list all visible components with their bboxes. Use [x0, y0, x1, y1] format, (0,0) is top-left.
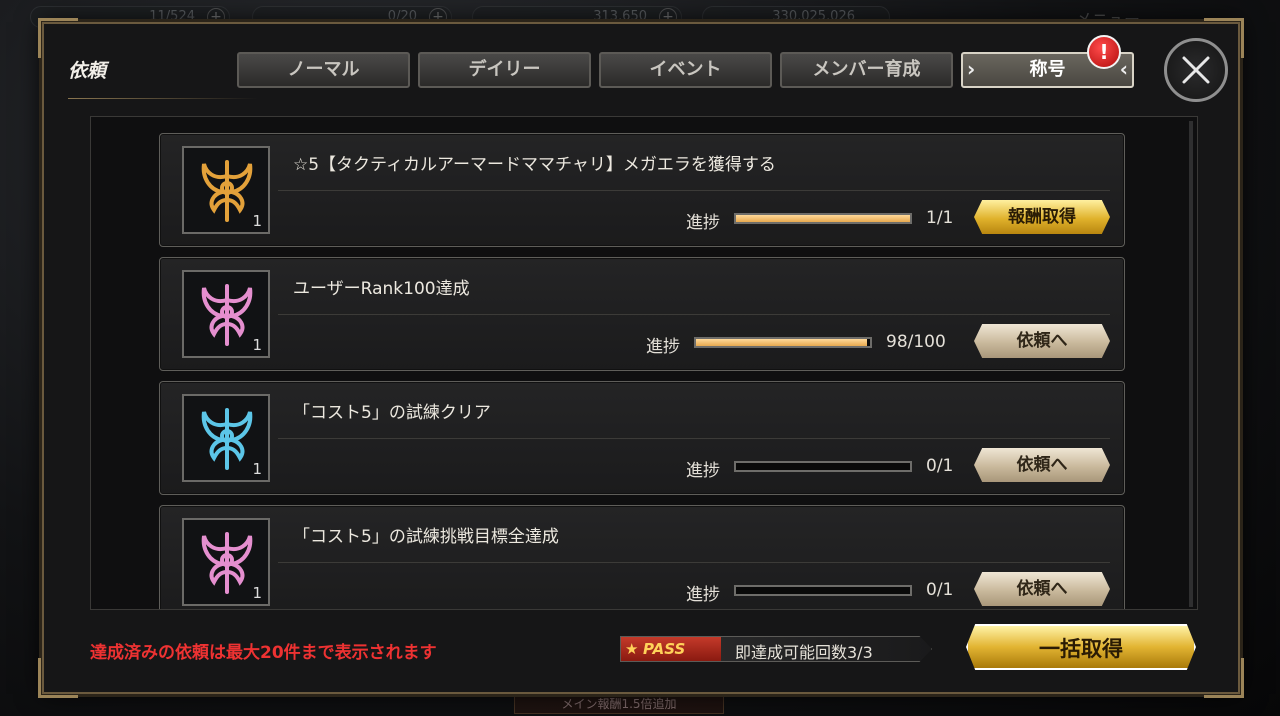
progress-label: 進捗 — [646, 337, 680, 357]
quest-card: 1 「コスト5」の試練挑戦目標全達成 進捗 0/1 依頼へ — [159, 505, 1125, 609]
divider — [278, 314, 1110, 315]
go-to-quest-button[interactable]: 依頼へ — [974, 572, 1110, 606]
progress-value: 98/100 — [886, 332, 946, 352]
scrollbar[interactable] — [1189, 121, 1193, 607]
limit-note: 達成済みの依頼は最大20件まで表示されます — [90, 643, 437, 663]
dialog-title: 依頼 — [68, 60, 107, 82]
pass-indicator: ★ PASS 即達成可能回数3/3 — [620, 636, 932, 662]
quest-reward-count: 1 — [252, 584, 262, 602]
progress-bar — [694, 337, 872, 348]
close-icon — [1182, 56, 1210, 84]
progress-bar — [734, 585, 912, 596]
quest-name: ユーザーRank100達成 — [293, 279, 470, 299]
quest-icon-frame: 1 — [182, 146, 270, 234]
pass-remaining: 即達成可能回数3/3 — [735, 643, 873, 662]
pass-label: PASS — [643, 640, 686, 658]
progress-label: 進捗 — [686, 461, 720, 481]
quest-card: 1 ☆5【タクティカルアーマードママチャリ】メガエラを獲得する 進捗 1/1 報… — [159, 133, 1125, 247]
quest-card: 1 「コスト5」の試練クリア 進捗 0/1 依頼へ — [159, 381, 1125, 495]
quest-icon-frame: 1 — [182, 518, 270, 606]
tab-normal[interactable]: ノーマル — [237, 52, 410, 88]
quest-name: 「コスト5」の試練クリア — [293, 403, 491, 423]
progress-label: 進捗 — [686, 585, 720, 605]
tab-event[interactable]: イベント — [599, 52, 772, 88]
close-button[interactable] — [1164, 38, 1228, 102]
quest-reward-count: 1 — [252, 460, 262, 478]
quest-dialog: 依頼 ノーマル デイリー イベント メンバー育成 称号 ! — [38, 18, 1244, 698]
progress-bar — [734, 461, 912, 472]
pass-badge: ★ PASS — [621, 637, 721, 661]
progress-bar — [734, 213, 912, 224]
progress-value: 0/1 — [926, 456, 954, 476]
frame-corner — [38, 658, 78, 698]
quest-list[interactable]: 1 ☆5【タクティカルアーマードママチャリ】メガエラを獲得する 進捗 1/1 報… — [90, 116, 1198, 610]
tab-member-training[interactable]: メンバー育成 — [780, 52, 953, 88]
bulk-claim-button[interactable]: 一括取得 — [966, 624, 1196, 670]
claim-reward-button[interactable]: 報酬取得 — [974, 200, 1110, 234]
tab-daily[interactable]: デイリー — [418, 52, 591, 88]
quest-icon-frame: 1 — [182, 270, 270, 358]
go-to-quest-button[interactable]: 依頼へ — [974, 324, 1110, 358]
progress-value: 0/1 — [926, 580, 954, 600]
quest-card: 1 ユーザーRank100達成 進捗 98/100 依頼へ — [159, 257, 1125, 371]
frame-corner — [1204, 658, 1244, 698]
divider — [278, 562, 1110, 563]
quest-name: 「コスト5」の試練挑戦目標全達成 — [293, 527, 559, 547]
star-icon: ★ — [625, 640, 639, 658]
progress-fill — [736, 215, 910, 222]
progress-value: 1/1 — [926, 208, 954, 228]
tab-bar: ノーマル デイリー イベント メンバー育成 称号 — [237, 52, 1134, 88]
quest-reward-count: 1 — [252, 212, 262, 230]
divider — [278, 438, 1110, 439]
frame-corner — [38, 18, 78, 58]
underlay-banner: メイン報酬1.5倍追加 — [514, 694, 724, 714]
progress-fill — [696, 339, 867, 346]
title-ornament — [68, 94, 258, 104]
quest-reward-count: 1 — [252, 336, 262, 354]
progress-label: 進捗 — [686, 213, 720, 233]
quest-name: ☆5【タクティカルアーマードママチャリ】メガエラを獲得する — [293, 155, 776, 175]
divider — [278, 190, 1110, 191]
alert-badge: ! — [1087, 35, 1121, 69]
go-to-quest-button[interactable]: 依頼へ — [974, 448, 1110, 482]
quest-icon-frame: 1 — [182, 394, 270, 482]
